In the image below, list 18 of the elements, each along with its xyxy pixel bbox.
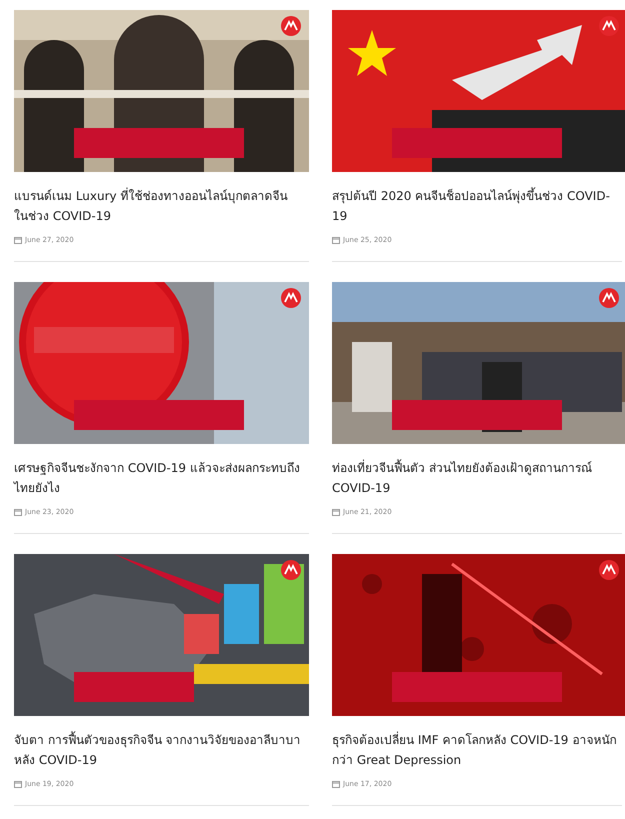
logo-icon [599, 288, 619, 308]
calendar-icon [332, 508, 340, 516]
post-title[interactable]: เศรษฐกิจจีนชะงักจาก COVID-19 แล้วจะส่งผลกระทบถึงไทยยังไง [14, 458, 309, 498]
post-title[interactable]: ธุรกิจต้องเปลี่ยน IMF คาดโลกหลัง COVID-19 อาจหนักกว่า Great Depression [332, 730, 622, 770]
logo-icon [599, 16, 619, 36]
calendar-icon [14, 508, 22, 516]
calendar-icon [332, 780, 340, 788]
logo-icon [281, 16, 301, 36]
calendar-icon [332, 236, 340, 244]
post-title[interactable]: แบรนด์เนม Luxury ที่ใช้ช่องทางออนไลน์บุกตลาดจีน ในช่วง COVID-19 [14, 186, 309, 226]
logo-icon [599, 560, 619, 580]
calendar-icon [14, 236, 22, 244]
logo-icon [281, 288, 301, 308]
post-title[interactable]: ท่องเที่ยวจีนฟื้นตัว ส่วนไทยยังต้องเฝ้าดูสถานการณ์ COVID-19 [332, 458, 622, 498]
post-title[interactable]: จับตา การฟื้นตัวของธุรกิจจีน จากงานวิจัยของอาลีบาบา หลัง COVID-19 [14, 730, 309, 770]
logo-icon [281, 560, 301, 580]
calendar-icon [14, 780, 22, 788]
post-title[interactable]: สรุปต้นปี 2020 คนจีนช็อปออนไลน์พุ่งขึ้นช่วง COVID-19 [332, 186, 622, 226]
